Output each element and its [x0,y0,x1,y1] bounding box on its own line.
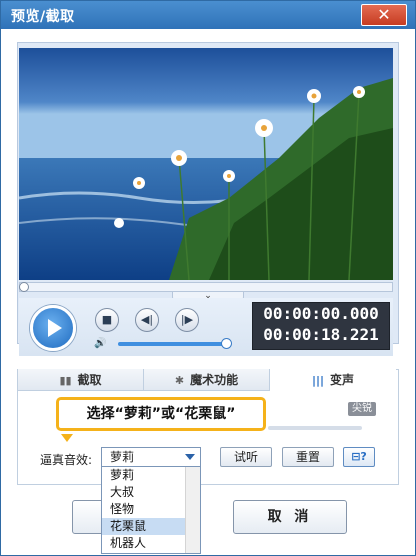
volume-knob[interactable] [221,338,232,349]
magic-icon: ✱ [174,374,185,387]
video-frame-image [19,48,393,280]
reset-button[interactable]: 重置 [282,447,334,467]
hint-pointer [61,434,73,442]
titlebar: 预览/截取 ✕ [1,1,415,29]
next-frame-button[interactable]: |▶ [175,308,199,332]
help-button[interactable]: ⊟? [343,447,375,467]
play-button[interactable] [30,305,76,351]
play-icon [48,319,62,337]
tab-cut-label: 截取 [77,373,102,387]
tab-magic-label: 魔术功能 [190,373,239,387]
tab-voice-label: 变声 [330,373,355,387]
next-frame-icon: |▶ [180,313,194,326]
tab-cut[interactable]: ▮▮ 截取 [18,369,144,391]
voice-effect-selected: 萝莉 [110,450,135,464]
current-time: 00:00:00.000 [263,304,379,323]
prev-frame-button[interactable]: ◀| [135,308,159,332]
volume-slider[interactable] [118,342,226,346]
pitch-slider[interactable] [268,426,362,430]
tab-voice[interactable]: ||| 变声 [270,369,396,391]
voice-icon: ||| [311,374,325,387]
hint-callout: 选择“萝莉”或“花栗鼠” [56,397,266,431]
cancel-button[interactable]: 取 消 [233,500,347,534]
total-time: 00:00:18.221 [263,325,379,344]
close-button[interactable]: ✕ [361,4,407,26]
tab-magic[interactable]: ✱ 魔术功能 [144,369,270,391]
cut-icon: ▮▮ [59,374,72,387]
chevron-down-icon [185,454,195,460]
volume-icon[interactable]: 🔊 [94,338,106,349]
voice-effect-dropdown[interactable]: 萝莉 大叔 怪物 花栗鼠 机器人 [101,466,201,554]
seek-knob[interactable] [19,282,29,292]
time-display: 00:00:00.000 00:00:18.221 [252,302,390,350]
stop-icon: ■ [101,313,113,326]
prev-frame-icon: ◀| [140,313,154,326]
audition-button[interactable]: 试听 [220,447,272,467]
window-title: 预览/截取 [11,9,75,25]
voice-effect-label: 逼真音效: [40,453,93,467]
sharp-label: 尖锐 [348,402,376,416]
voice-effect-select[interactable]: 萝莉 [101,447,201,467]
video-preview[interactable] [19,48,393,280]
close-icon: ✕ [377,5,391,24]
stop-button[interactable]: ■ [95,308,119,332]
help-icon: ⊟? [351,450,367,463]
dropdown-scrollbar[interactable] [185,467,200,553]
